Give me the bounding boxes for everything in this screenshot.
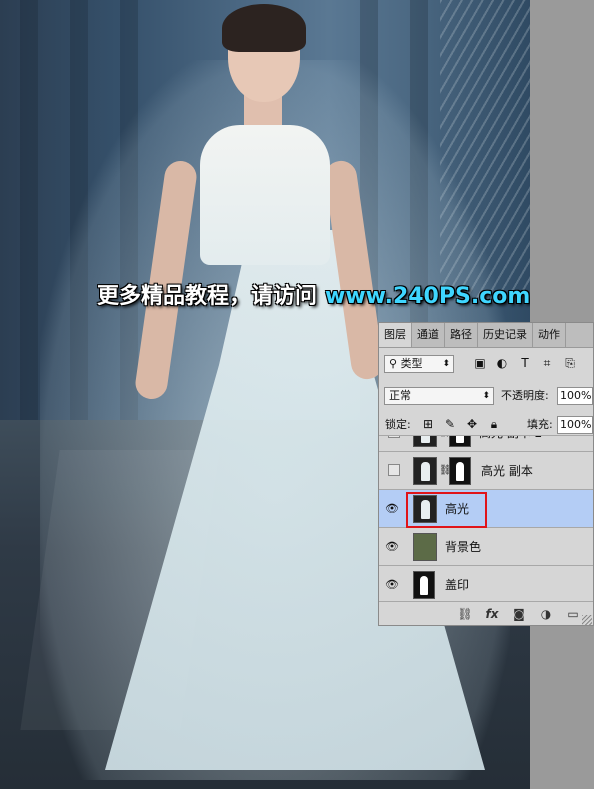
link-layers-icon[interactable]: ⛓ xyxy=(457,606,473,622)
fill-label: 填充: xyxy=(527,418,553,431)
layer-name: 盖印 xyxy=(445,578,470,592)
filter-row: ⚲ 类型 ⬍ ▣ ◐ T ⌗ ⎘ xyxy=(379,353,593,375)
layer-row[interactable]: 👁︎ 盖印 xyxy=(379,566,593,602)
lock-all-icon[interactable]: 🔒︎ xyxy=(487,417,501,431)
lock-position-icon[interactable]: ✥ xyxy=(465,417,479,431)
layer-thumbnail xyxy=(413,571,435,599)
lock-label: 锁定: xyxy=(385,418,411,431)
tab-history[interactable]: 历史记录 xyxy=(478,323,533,347)
panel-tabs: 图层 通道 路径 历史记录 动作 xyxy=(379,323,593,348)
layer-row[interactable]: ⛓ 高光 副本 xyxy=(379,452,593,490)
layer-name: 背景色 xyxy=(445,540,482,554)
lock-transparency-icon[interactable]: ⊞ xyxy=(421,417,435,431)
opacity-label: 不透明度: xyxy=(501,389,549,402)
adjustment-layer-icon[interactable]: ◑ xyxy=(538,606,554,622)
layer-row[interactable]: 👁︎ 背景色 xyxy=(379,528,593,566)
curtain-fold xyxy=(20,0,38,470)
tab-paths[interactable]: 路径 xyxy=(445,323,478,347)
color-fill-thumbnail xyxy=(413,533,437,561)
visibility-toggle[interactable] xyxy=(388,436,400,438)
layer-thumbnail xyxy=(413,436,437,447)
add-mask-icon[interactable]: ◙ xyxy=(511,606,527,622)
layer-name: 高光 副本 xyxy=(481,464,533,478)
tab-layers[interactable]: 图层 xyxy=(379,323,412,347)
eye-icon[interactable]: 👁︎ xyxy=(385,502,399,516)
eye-icon[interactable]: 👁︎ xyxy=(385,578,399,592)
panel-footer: ⛓ fx ◙ ◑ ▭ xyxy=(379,601,593,625)
watermark: 更多精品教程，请访问 www.240PS.com xyxy=(97,278,530,310)
fill-input[interactable]: 100% xyxy=(557,416,593,434)
watermark-url: www.240PS.com xyxy=(325,284,531,309)
model-hair xyxy=(222,4,306,52)
mask-link-icon[interactable]: ⛓ xyxy=(439,436,452,440)
smart-object-filter-icon[interactable]: ⎘ xyxy=(563,356,577,370)
highlight-annotation-box xyxy=(406,492,487,528)
dress-bodice xyxy=(200,125,330,265)
visibility-toggle[interactable] xyxy=(388,464,400,476)
opacity-input[interactable]: 100% xyxy=(557,387,593,405)
layer-mask-thumbnail[interactable] xyxy=(449,436,471,447)
eye-icon[interactable]: 👁︎ xyxy=(385,540,399,554)
chevron-updown-icon: ⬍ xyxy=(442,359,450,369)
filter-type-select[interactable]: ⚲ 类型 ⬍ xyxy=(384,355,454,373)
chevron-updown-icon: ⬍ xyxy=(482,391,490,401)
shape-filter-icon[interactable]: ⌗ xyxy=(540,356,554,370)
layer-name: 高光 副本 2 xyxy=(479,436,542,452)
layer-list: ⛓ 高光 副本 2 ⛓ 高光 副本 👁︎ 高光 👁︎ 背景色 👁︎ 盖印 xyxy=(379,435,593,602)
watermark-text: 更多精品教程，请访问 xyxy=(97,284,318,309)
blend-mode-value: 正常 xyxy=(389,389,411,402)
search-icon: ⚲ xyxy=(389,357,401,370)
filter-type-label: 类型 xyxy=(400,357,423,370)
image-filter-icon[interactable]: ▣ xyxy=(473,356,487,370)
layers-panel: 图层 通道 路径 历史记录 动作 ⚲ 类型 ⬍ ▣ ◐ T ⌗ ⎘ 正常 ⬍ 不… xyxy=(378,322,594,626)
blend-row: 正常 ⬍ 不透明度: 100% xyxy=(379,385,593,407)
layer-row[interactable]: ⛓ 高光 副本 2 xyxy=(379,436,593,452)
fx-icon[interactable]: fx xyxy=(484,606,500,622)
lock-pixels-icon[interactable]: ✎ xyxy=(443,417,457,431)
lock-row: 锁定: ⊞ ✎ ✥ 🔒︎ 填充: 100% xyxy=(379,415,593,435)
tab-actions[interactable]: 动作 xyxy=(533,323,566,347)
layer-thumbnail xyxy=(413,457,437,485)
blend-mode-select[interactable]: 正常 ⬍ xyxy=(384,387,494,405)
text-filter-icon[interactable]: T xyxy=(518,356,532,370)
mask-link-icon[interactable]: ⛓ xyxy=(439,464,452,478)
tab-channels[interactable]: 通道 xyxy=(412,323,445,347)
layer-mask-thumbnail[interactable] xyxy=(449,457,471,485)
layer-row-selected[interactable]: 👁︎ 高光 xyxy=(379,490,593,528)
resize-grip-icon[interactable] xyxy=(582,615,592,625)
new-group-icon[interactable]: ▭ xyxy=(565,606,581,622)
adjustment-filter-icon[interactable]: ◐ xyxy=(495,356,509,370)
